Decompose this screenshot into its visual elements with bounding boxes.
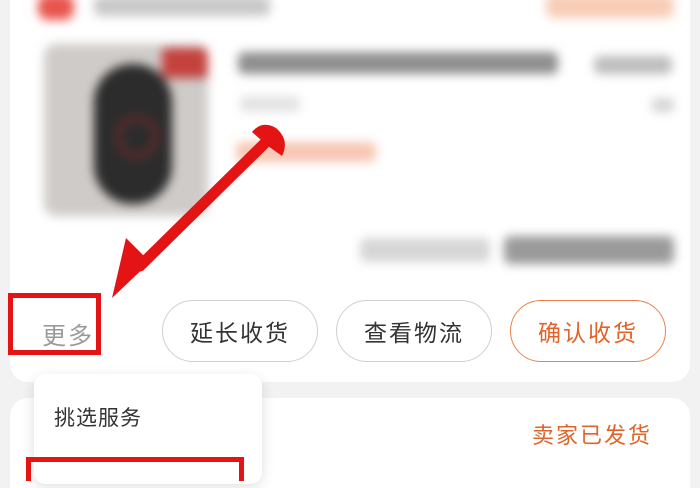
annotation-arrow — [112, 124, 285, 298]
